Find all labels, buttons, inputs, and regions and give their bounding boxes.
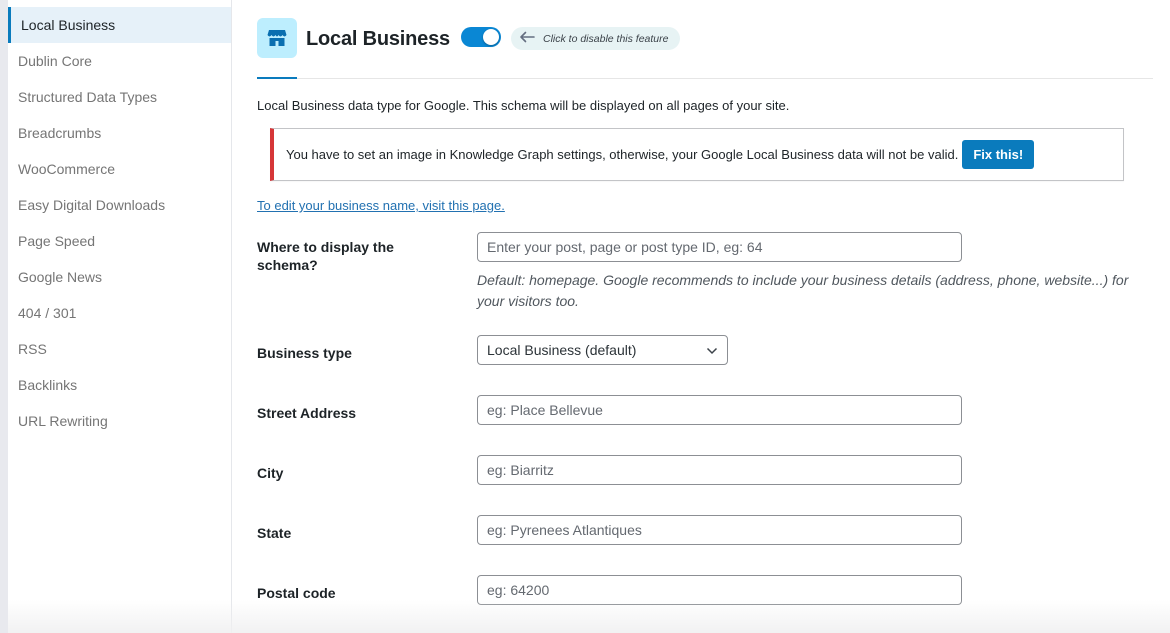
- notice-text: You have to set an image in Knowledge Gr…: [286, 147, 959, 162]
- street-address-input[interactable]: [477, 395, 962, 425]
- toggle-hint: Click to disable this feature: [511, 27, 681, 50]
- sidebar-item-url-rewriting[interactable]: URL Rewriting: [8, 403, 231, 439]
- sidebar-item-page-speed[interactable]: Page Speed: [8, 223, 231, 259]
- sidebar-item-structured-data-types[interactable]: Structured Data Types: [8, 79, 231, 115]
- sidebar-item-dublin-core[interactable]: Dublin Core: [8, 43, 231, 79]
- error-notice: You have to set an image in Knowledge Gr…: [270, 128, 1124, 181]
- settings-form: Where to display the schema? Default: ho…: [257, 215, 1153, 615]
- business-type-select[interactable]: Local Business (default): [477, 335, 728, 365]
- page-title: Local Business: [306, 28, 450, 50]
- sidebar-item-breadcrumbs[interactable]: Breadcrumbs: [8, 115, 231, 151]
- display-schema-input[interactable]: [477, 232, 962, 262]
- sidebar-item-woocommerce[interactable]: WooCommerce: [8, 151, 231, 187]
- sidebar-item-backlinks[interactable]: Backlinks: [8, 367, 231, 403]
- main-content: Local Business Click to disable this fea…: [257, 0, 1153, 615]
- postal-code-label: Postal code: [257, 585, 336, 601]
- feature-header: Local Business Click to disable this fea…: [257, 0, 1153, 79]
- settings-sidebar: Local Business Dublin Core Structured Da…: [8, 0, 232, 633]
- sidebar-item-404-301[interactable]: 404 / 301: [8, 295, 231, 331]
- sidebar-item-google-news[interactable]: Google News: [8, 259, 231, 295]
- display-schema-help: Default: homepage. Google recommends to …: [477, 272, 1129, 309]
- feature-toggle[interactable]: [461, 27, 501, 47]
- fix-this-button[interactable]: Fix this!: [962, 140, 1035, 169]
- header-active-underline: [257, 77, 297, 79]
- chevron-down-icon: [706, 342, 718, 358]
- business-type-selected: Local Business (default): [487, 342, 637, 358]
- hint-text: Click to disable this feature: [543, 32, 669, 45]
- business-type-label: Business type: [257, 345, 352, 361]
- arrow-left-icon: [519, 30, 535, 48]
- city-label: City: [257, 465, 284, 481]
- edit-business-name-link[interactable]: To edit your business name, visit this p…: [257, 198, 505, 213]
- admin-edge-strip: [0, 0, 8, 633]
- state-input[interactable]: [477, 515, 962, 545]
- storefront-icon: [257, 18, 297, 58]
- display-schema-label: Where to display the schema?: [257, 239, 394, 273]
- sidebar-item-easy-digital-downloads[interactable]: Easy Digital Downloads: [8, 187, 231, 223]
- sidebar-item-rss[interactable]: RSS: [8, 331, 231, 367]
- toggle-knob: [483, 29, 499, 45]
- sidebar-item-local-business[interactable]: Local Business: [8, 7, 231, 43]
- city-input[interactable]: [477, 455, 962, 485]
- street-address-label: Street Address: [257, 405, 357, 421]
- feature-description: Local Business data type for Google. Thi…: [257, 98, 790, 113]
- postal-code-input[interactable]: [477, 575, 962, 605]
- state-label: State: [257, 525, 292, 541]
